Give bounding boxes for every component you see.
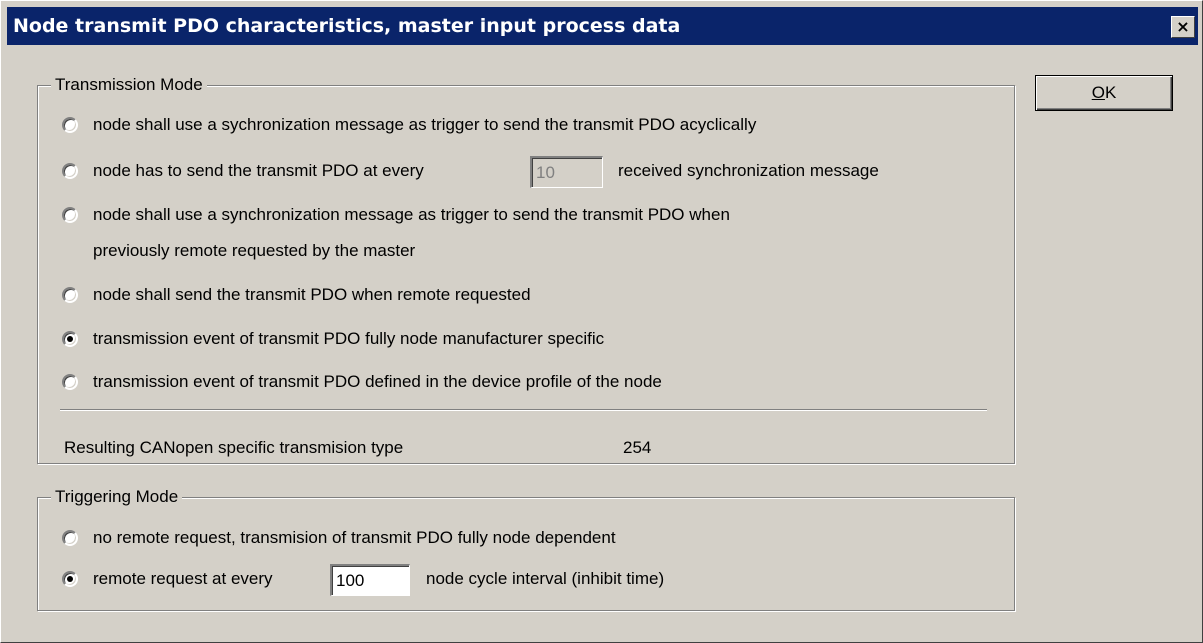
- radio-sync-remote-label-line2: previously remote requested by the maste…: [93, 241, 416, 260]
- ok-button-label: K: [1104, 83, 1117, 102]
- radio-remote-request-suffix: node cycle interval (inhibit time): [426, 569, 665, 588]
- radio-acyclic[interactable]: [62, 117, 78, 133]
- close-icon[interactable]: ×: [1171, 16, 1195, 38]
- radio-sync-remote-label-line1: node shall use a synchronization message…: [93, 205, 730, 224]
- transmission-mode-group: [37, 85, 1015, 464]
- result-type-value: 254: [623, 438, 652, 457]
- radio-node-dependent[interactable]: [62, 530, 78, 546]
- radio-sync-remote[interactable]: [62, 207, 78, 223]
- inhibit-time-input[interactable]: [330, 564, 410, 596]
- radio-remote-requested-label: node shall send the transmit PDO when re…: [93, 285, 531, 304]
- radio-remote-request-label: remote request at every: [93, 569, 273, 588]
- radio-manufacturer-specific-label: transmission event of transmit PDO fully…: [93, 329, 605, 348]
- transmission-separator: [60, 409, 987, 411]
- radio-device-profile[interactable]: [62, 374, 78, 390]
- triggering-mode-group: [37, 497, 1015, 611]
- radio-remote-request[interactable]: [62, 571, 78, 587]
- window-title: Node transmit PDO characteristics, maste…: [13, 15, 681, 37]
- radio-every-n-sync-suffix: received synchronization message: [618, 161, 879, 180]
- sync-count-input[interactable]: [530, 156, 603, 188]
- radio-device-profile-label: transmission event of transmit PDO defin…: [93, 372, 662, 391]
- result-type-label: Resulting CANopen specific transmision t…: [64, 438, 404, 457]
- triggering-mode-label: Triggering Mode: [51, 487, 183, 507]
- ok-button[interactable]: OK: [1035, 75, 1173, 111]
- radio-manufacturer-specific[interactable]: [62, 331, 78, 347]
- dialog-window: Node transmit PDO characteristics, maste…: [0, 0, 1203, 643]
- ok-button-mnemonic: O: [1091, 83, 1105, 102]
- radio-remote-requested[interactable]: [62, 287, 78, 303]
- radio-every-n-sync[interactable]: [62, 163, 78, 179]
- radio-node-dependent-label: no remote request, transmision of transm…: [93, 528, 616, 547]
- radio-acyclic-label: node shall use a sychronization message …: [93, 115, 757, 134]
- transmission-mode-label: Transmission Mode: [51, 75, 207, 95]
- radio-every-n-sync-label: node has to send the transmit PDO at eve…: [93, 161, 424, 180]
- title-bar[interactable]: Node transmit PDO characteristics, maste…: [7, 7, 1198, 45]
